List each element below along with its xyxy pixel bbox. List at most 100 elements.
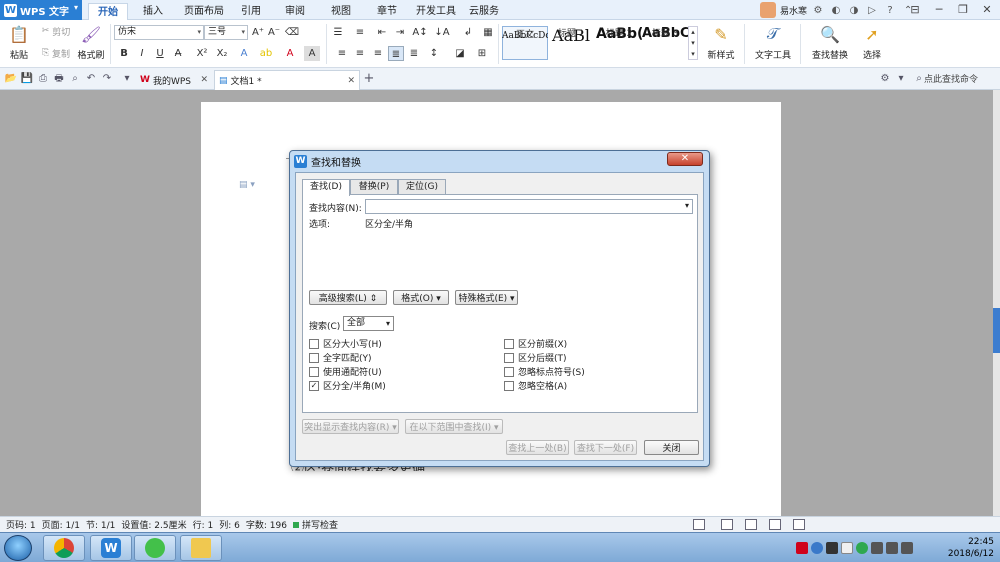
style-heading-3[interactable]: AaBbC 标题 3 (642, 26, 688, 60)
checkbox-box[interactable] (309, 352, 319, 363)
status-page-number[interactable]: 页码: 1 (6, 518, 36, 531)
tab-insert[interactable]: 插入 (136, 3, 170, 20)
close-icon[interactable]: ✕ (200, 75, 208, 85)
chevron-down-icon[interactable]: ▾ (685, 201, 689, 210)
tab-cloud[interactable]: 云服务 (464, 3, 504, 20)
checkbox-box-checked[interactable]: ✓ (309, 380, 319, 391)
styles-scroll[interactable]: ▴ ▾ ▾ (688, 26, 698, 60)
add-tab-button[interactable]: + (362, 72, 376, 86)
match-prefix-checkbox[interactable]: 区分前缀(X) (504, 337, 567, 350)
tab-chapter[interactable]: 章节 (370, 3, 404, 20)
case-sensitive-checkbox[interactable]: 区分大小写(H) (309, 337, 382, 350)
vertical-scrollbar[interactable] (993, 90, 1000, 516)
scrollbar-thumb[interactable] (993, 308, 1000, 353)
volume-icon[interactable] (901, 542, 913, 554)
numbering-icon[interactable]: ≡ (352, 25, 368, 40)
maximize-button[interactable]: ❐ (952, 2, 974, 18)
full-half-width-checkbox[interactable]: ✓ 区分全/半角(M) (309, 379, 386, 392)
network-icon[interactable] (886, 542, 898, 554)
text-effect-icon[interactable]: A (236, 46, 252, 61)
style-normal[interactable]: AaBbCcDd 正文 (502, 26, 548, 60)
whole-word-checkbox[interactable]: 全字匹配(Y) (309, 351, 372, 364)
print-icon[interactable]: 🖶 (52, 72, 66, 86)
bullets-icon[interactable]: ☰ (330, 25, 346, 40)
find-previous-button[interactable]: 查找上一处(B) (506, 440, 569, 455)
paste-button[interactable]: 📋 粘贴 (2, 23, 36, 62)
ignore-space-checkbox[interactable]: 忽略空格(A) (504, 379, 567, 392)
status-row[interactable]: 行: 1 (193, 518, 214, 531)
format-painter-button[interactable]: 🖌 格式刷 (74, 23, 108, 62)
status-setting[interactable]: 设置值: 2.5厘米 (121, 518, 186, 531)
tab-replace[interactable]: 替换(P) (350, 179, 398, 195)
align-right-icon[interactable]: ≡ (370, 46, 386, 61)
line-spacing-icon[interactable]: ↕ (426, 46, 442, 61)
start-button[interactable] (4, 535, 32, 561)
find-content-input[interactable]: ▾ (365, 199, 693, 214)
preview-icon[interactable]: ⌕ (68, 72, 82, 86)
spell-check-toggle[interactable]: 拼写检查 (293, 518, 338, 531)
justify-icon[interactable]: ≣ (388, 46, 404, 61)
export-icon[interactable]: ⎙ (36, 72, 50, 86)
cut-button[interactable]: ✂ 剪切 (38, 25, 74, 38)
user-name[interactable]: 易水寒 (780, 4, 807, 17)
tab-document-1[interactable]: ▤ 文档1 * ✕ (214, 70, 360, 90)
match-suffix-checkbox[interactable]: 区分后缀(T) (504, 351, 567, 364)
dialog-close-button[interactable]: ✕ (667, 152, 703, 166)
taskbar-wechat[interactable] (134, 535, 176, 561)
command-search-input[interactable]: 点此查找命令 (924, 72, 978, 85)
tab-find[interactable]: 查找(D) (302, 179, 350, 196)
chevron-down-icon[interactable]: ▾ (120, 72, 134, 86)
page-handle-icon[interactable]: ▤ ▾ (239, 180, 255, 190)
select-button[interactable]: ➚ 选择 (856, 23, 888, 62)
search-direction-select[interactable]: 全部 ▾ (343, 316, 394, 331)
web-view-icon[interactable] (769, 519, 781, 530)
close-icon[interactable]: ✕ (347, 76, 355, 86)
reading-view-icon[interactable] (793, 519, 805, 530)
checkbox-box[interactable] (504, 338, 514, 349)
restore-ribbon-icon[interactable]: ⊟ (904, 2, 926, 18)
dialog-title-bar[interactable]: W 查找和替换 ✕ (290, 151, 709, 171)
font-color-icon[interactable]: A (282, 46, 298, 61)
tab-review[interactable]: 审阅 (278, 3, 312, 20)
highlight-icon[interactable]: ab (258, 46, 274, 61)
checkbox-box[interactable] (309, 366, 319, 377)
find-in-range-button[interactable]: 在以下范围中查找(I) ▾ (405, 419, 503, 434)
clear-format-icon[interactable]: ⌫ (284, 25, 300, 40)
sync-icon[interactable]: ◐ (829, 3, 843, 17)
tab-page-layout[interactable]: 页面布局 (180, 3, 228, 20)
increase-indent-icon[interactable]: ⇥ (392, 25, 408, 40)
grow-font-icon[interactable]: A⁺ (250, 25, 266, 40)
find-next-button[interactable]: 查找下一处(F) (574, 440, 637, 455)
outline-view-icon[interactable] (745, 519, 757, 530)
tab-goto[interactable]: 定位(G) (398, 179, 446, 195)
style-heading-2[interactable]: AaBb( 标题 2 (596, 26, 642, 60)
shrink-font-icon[interactable]: A⁻ (266, 25, 282, 40)
status-section[interactable]: 节: 1/1 (86, 518, 115, 531)
distributed-icon[interactable]: ≣ (406, 46, 422, 61)
find-replace-button[interactable]: 🔍 查找替换 (806, 23, 854, 62)
superscript-icon[interactable]: X² (194, 46, 210, 61)
advanced-search-button[interactable]: 高级搜索(L) ⇕ (309, 290, 387, 305)
ignore-punctuation-checkbox[interactable]: 忽略标点符号(S) (504, 365, 585, 378)
flag-icon[interactable] (841, 542, 853, 554)
system-clock[interactable]: 22:45 2018/6/12 (936, 536, 994, 560)
copy-button[interactable]: ⎘ 复制 (38, 47, 74, 60)
highlight-results-button[interactable]: 突出显示查找内容(R) ▾ (302, 419, 399, 434)
keyboard-icon[interactable] (826, 542, 838, 554)
char-shading-icon[interactable]: A (304, 46, 320, 61)
sogou-ime-icon[interactable] (796, 542, 808, 554)
text-direction-icon[interactable]: A↕ (412, 25, 428, 40)
status-pages[interactable]: 页面: 1/1 (42, 518, 80, 531)
subscript-icon[interactable]: X₂ (214, 46, 230, 61)
settings-icon[interactable]: ⚙ (878, 72, 892, 86)
bold-icon[interactable]: B (116, 46, 132, 61)
table-icon[interactable]: ▦ (480, 25, 496, 40)
save-icon[interactable]: 💾 (20, 72, 34, 86)
chevron-down-icon[interactable]: ▾ (894, 72, 908, 86)
status-col[interactable]: 列: 6 (219, 518, 240, 531)
checkbox-box[interactable] (309, 338, 319, 349)
checkbox-box[interactable] (504, 352, 514, 363)
border-icon[interactable]: ⊞ (474, 46, 490, 61)
decrease-indent-icon[interactable]: ⇤ (374, 25, 390, 40)
underline-icon[interactable]: U (152, 46, 168, 61)
